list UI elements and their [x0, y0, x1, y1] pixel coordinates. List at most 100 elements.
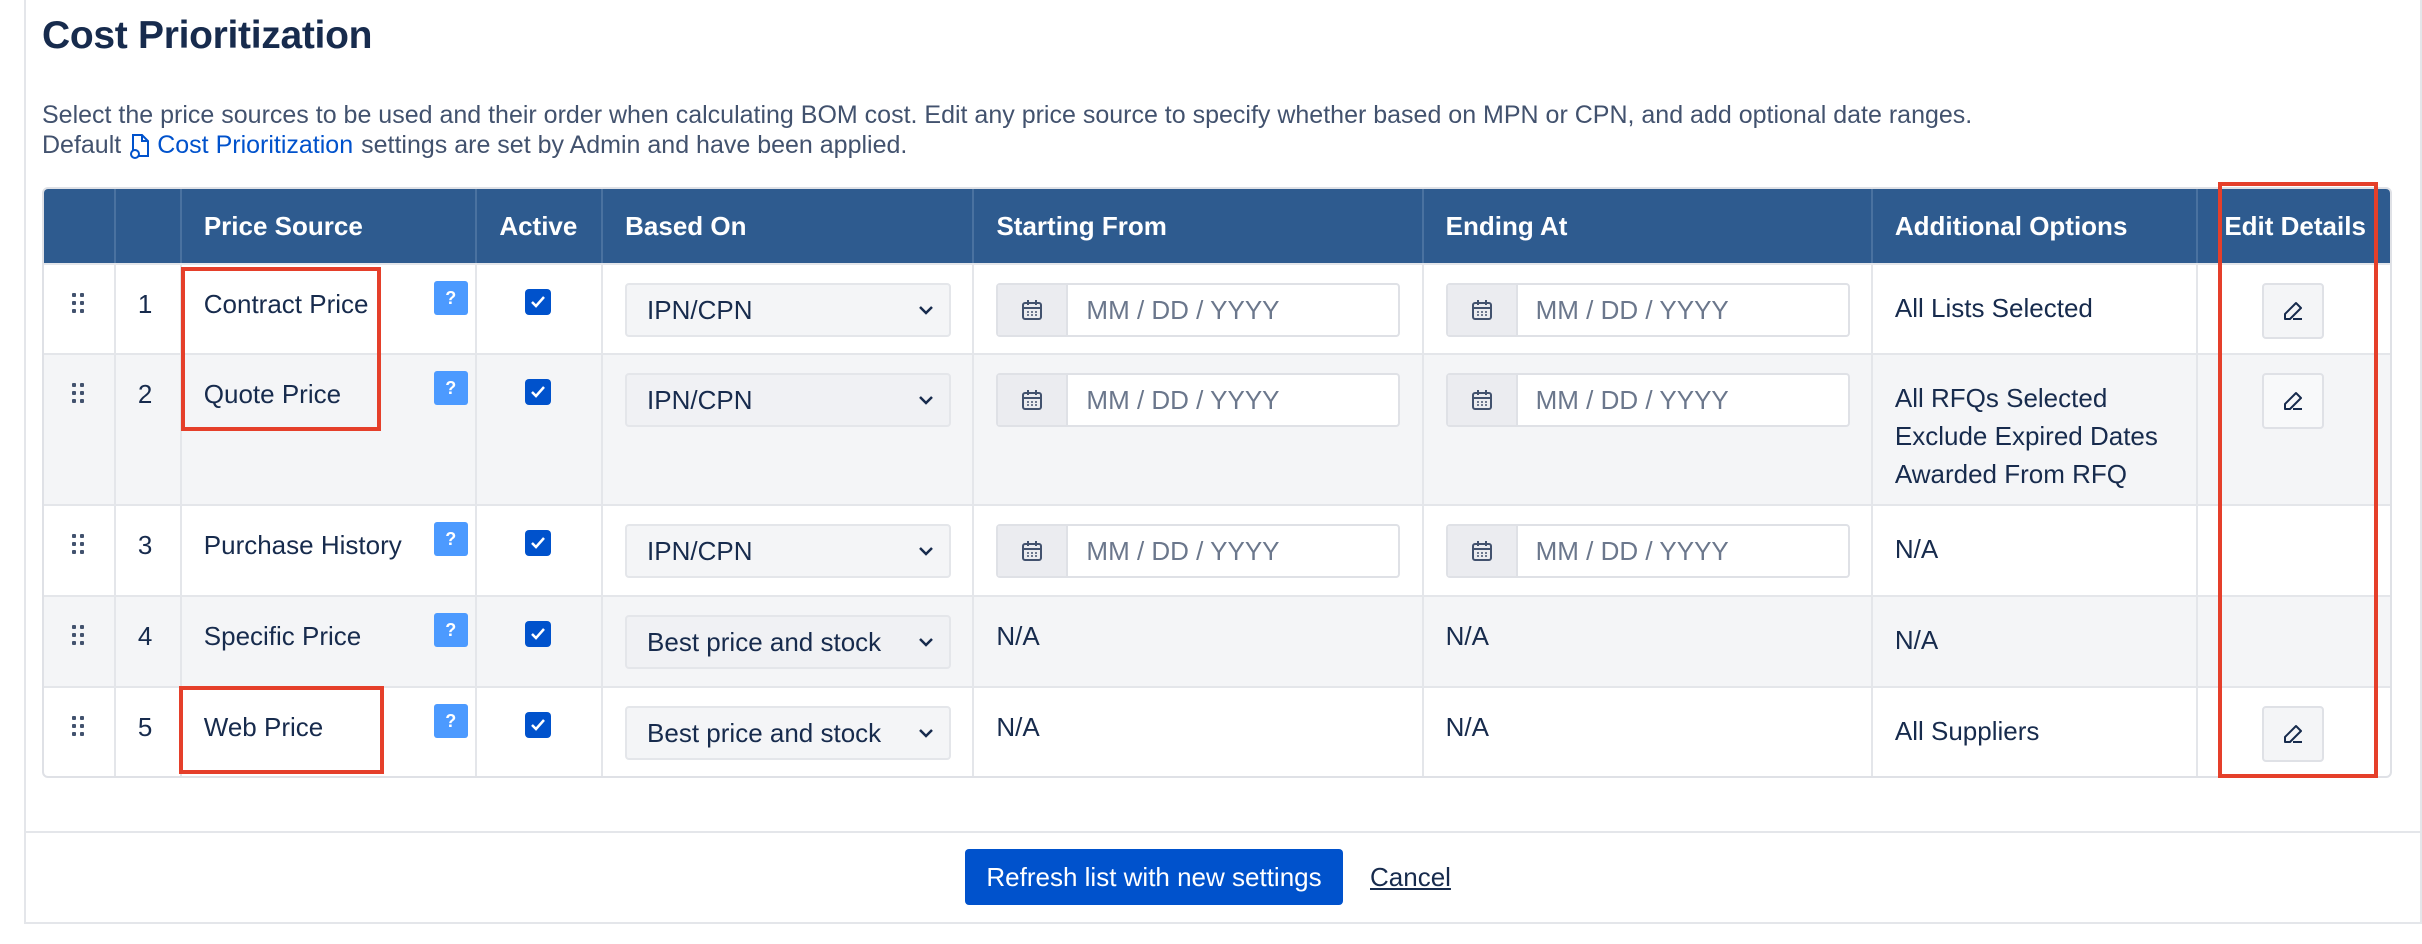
pencil-icon [2284, 725, 2303, 743]
end-date-placeholder[interactable]: MM / DD / YYYY [1518, 526, 1729, 576]
table-row: 1 Contract Price? IPN/CPN MM / DD / YYYY… [44, 263, 2390, 353]
checkmark-icon [531, 296, 546, 308]
description-line-1: Select the price sources to be used and … [42, 101, 1973, 129]
chevron-down-icon [919, 396, 933, 405]
row-number: 1 [137, 289, 153, 319]
end-date-placeholder[interactable]: MM / DD / YYYY [1518, 285, 1729, 335]
table-header-row: Price Source Active Based On Starting Fr… [44, 189, 2390, 263]
cost-prioritization-link-text[interactable]: Cost Prioritization [157, 131, 353, 160]
row-number: 5 [137, 712, 153, 742]
checkmark-icon [531, 719, 546, 731]
header-price-source: Price Source [182, 189, 478, 263]
start-date-field[interactable]: MM / DD / YYYY [996, 524, 1401, 578]
calendar-icon[interactable] [1447, 375, 1518, 425]
price-source-label: Web Price [203, 712, 324, 742]
header-additional-options: Additional Options [1873, 189, 2199, 263]
edit-details-button[interactable] [2262, 373, 2325, 429]
chevron-down-icon [919, 547, 933, 556]
header-number [116, 189, 182, 263]
header-drag [44, 189, 116, 263]
row-number: 3 [137, 530, 153, 560]
header-starting-from: Starting From [974, 189, 1424, 263]
start-date-placeholder[interactable]: MM / DD / YYYY [1068, 375, 1279, 425]
additional-option-line: All RFQs Selected [1894, 383, 2108, 413]
table-row: 2 Quote Price? IPN/CPN MM / DD / YYYY MM… [44, 353, 2390, 504]
edit-details-empty [2198, 506, 2390, 595]
start-date-placeholder[interactable]: MM / DD / YYYY [1068, 526, 1279, 576]
table-row: 4 Specific Price? Best price and stock N… [44, 595, 2390, 686]
start-date-placeholder[interactable]: MM / DD / YYYY [1068, 285, 1279, 335]
based-on-value: Best price and stock [647, 717, 882, 748]
help-icon[interactable]: ? [433, 371, 468, 405]
active-checkbox[interactable] [525, 621, 552, 647]
calendar-icon[interactable] [998, 285, 1069, 335]
start-date-field[interactable]: MM / DD / YYYY [996, 283, 1401, 337]
end-date-na: N/A [1445, 621, 1489, 651]
price-source-label: Contract Price [203, 289, 369, 319]
drag-handle[interactable] [44, 688, 116, 776]
drag-handle[interactable] [44, 506, 116, 595]
based-on-select[interactable]: Best price and stock [625, 615, 952, 669]
checkmark-icon [531, 537, 546, 549]
document-link-icon [130, 133, 150, 159]
table-row: 5 Web Price? Best price and stock N/A N/… [44, 686, 2390, 776]
refresh-list-button[interactable]: Refresh list with new settings [965, 849, 1343, 905]
edit-details-empty [2198, 597, 2390, 686]
based-on-value: IPN/CPN [647, 384, 753, 415]
active-checkbox[interactable] [525, 530, 552, 556]
header-edit-details: Edit Details [2224, 210, 2366, 241]
based-on-select[interactable]: IPN/CPN [625, 373, 952, 427]
based-on-select[interactable]: IPN/CPN [625, 524, 952, 578]
price-source-label: Quote Price [203, 379, 342, 409]
page-title: Cost Prioritization [42, 14, 373, 57]
checkmark-icon [531, 386, 546, 398]
description-prefix: Default [42, 131, 122, 159]
row-number: 2 [137, 379, 153, 409]
based-on-select[interactable]: Best price and stock [625, 706, 952, 760]
additional-options-text: All Lists Selected [1894, 293, 2093, 323]
header-ending-at: Ending At [1424, 189, 1873, 263]
cancel-link[interactable]: Cancel [1370, 862, 1451, 893]
active-checkbox[interactable] [525, 379, 552, 405]
based-on-select[interactable]: IPN/CPN [625, 283, 952, 337]
active-checkbox[interactable] [525, 289, 552, 315]
end-date-field[interactable]: MM / DD / YYYY [1445, 283, 1850, 337]
active-checkbox[interactable] [525, 712, 552, 738]
cost-prioritization-link[interactable]: Cost Prioritization [129, 131, 353, 160]
calendar-icon[interactable] [998, 526, 1069, 576]
additional-option-line: Exclude Expired Dates [1894, 421, 2158, 451]
description-line-2: Default Cost Prioritization settings are… [42, 131, 907, 160]
header-active: Active [477, 189, 604, 263]
drag-handle[interactable] [44, 265, 116, 353]
drag-handle[interactable] [44, 597, 116, 686]
end-date-field[interactable]: MM / DD / YYYY [1445, 373, 1850, 427]
help-icon[interactable]: ? [433, 704, 468, 738]
based-on-value: IPN/CPN [647, 535, 753, 566]
end-date-placeholder[interactable]: MM / DD / YYYY [1518, 375, 1729, 425]
based-on-value: IPN/CPN [647, 294, 753, 325]
header-based-on: Based On [603, 189, 975, 263]
additional-options-text: All RFQs Selected Exclude Expired Dates Aw… [1895, 379, 2158, 493]
start-date-na: N/A [996, 712, 1040, 742]
description-suffix: settings are set by Admin and have been … [361, 131, 908, 159]
calendar-icon[interactable] [1447, 285, 1518, 335]
footer-divider [26, 831, 2420, 833]
additional-options-text: All Suppliers [1894, 716, 2040, 746]
help-icon[interactable]: ? [433, 281, 468, 315]
calendar-icon[interactable] [998, 375, 1069, 425]
edit-details-button[interactable] [2262, 283, 2325, 339]
edit-details-button[interactable] [2262, 706, 2325, 762]
start-date-na: N/A [996, 621, 1040, 651]
price-source-table: Price Source Active Based On Starting Fr… [42, 187, 2392, 778]
chevron-down-icon [919, 729, 933, 738]
drag-handle[interactable] [44, 355, 116, 504]
calendar-icon[interactable] [1447, 526, 1518, 576]
help-icon[interactable]: ? [433, 613, 468, 647]
help-icon[interactable]: ? [433, 522, 468, 556]
chevron-down-icon [919, 306, 933, 315]
checkmark-icon [531, 628, 546, 640]
additional-options-text: N/A [1894, 534, 1939, 564]
end-date-field[interactable]: MM / DD / YYYY [1445, 524, 1850, 578]
start-date-field[interactable]: MM / DD / YYYY [996, 373, 1401, 427]
chevron-down-icon [919, 638, 933, 647]
